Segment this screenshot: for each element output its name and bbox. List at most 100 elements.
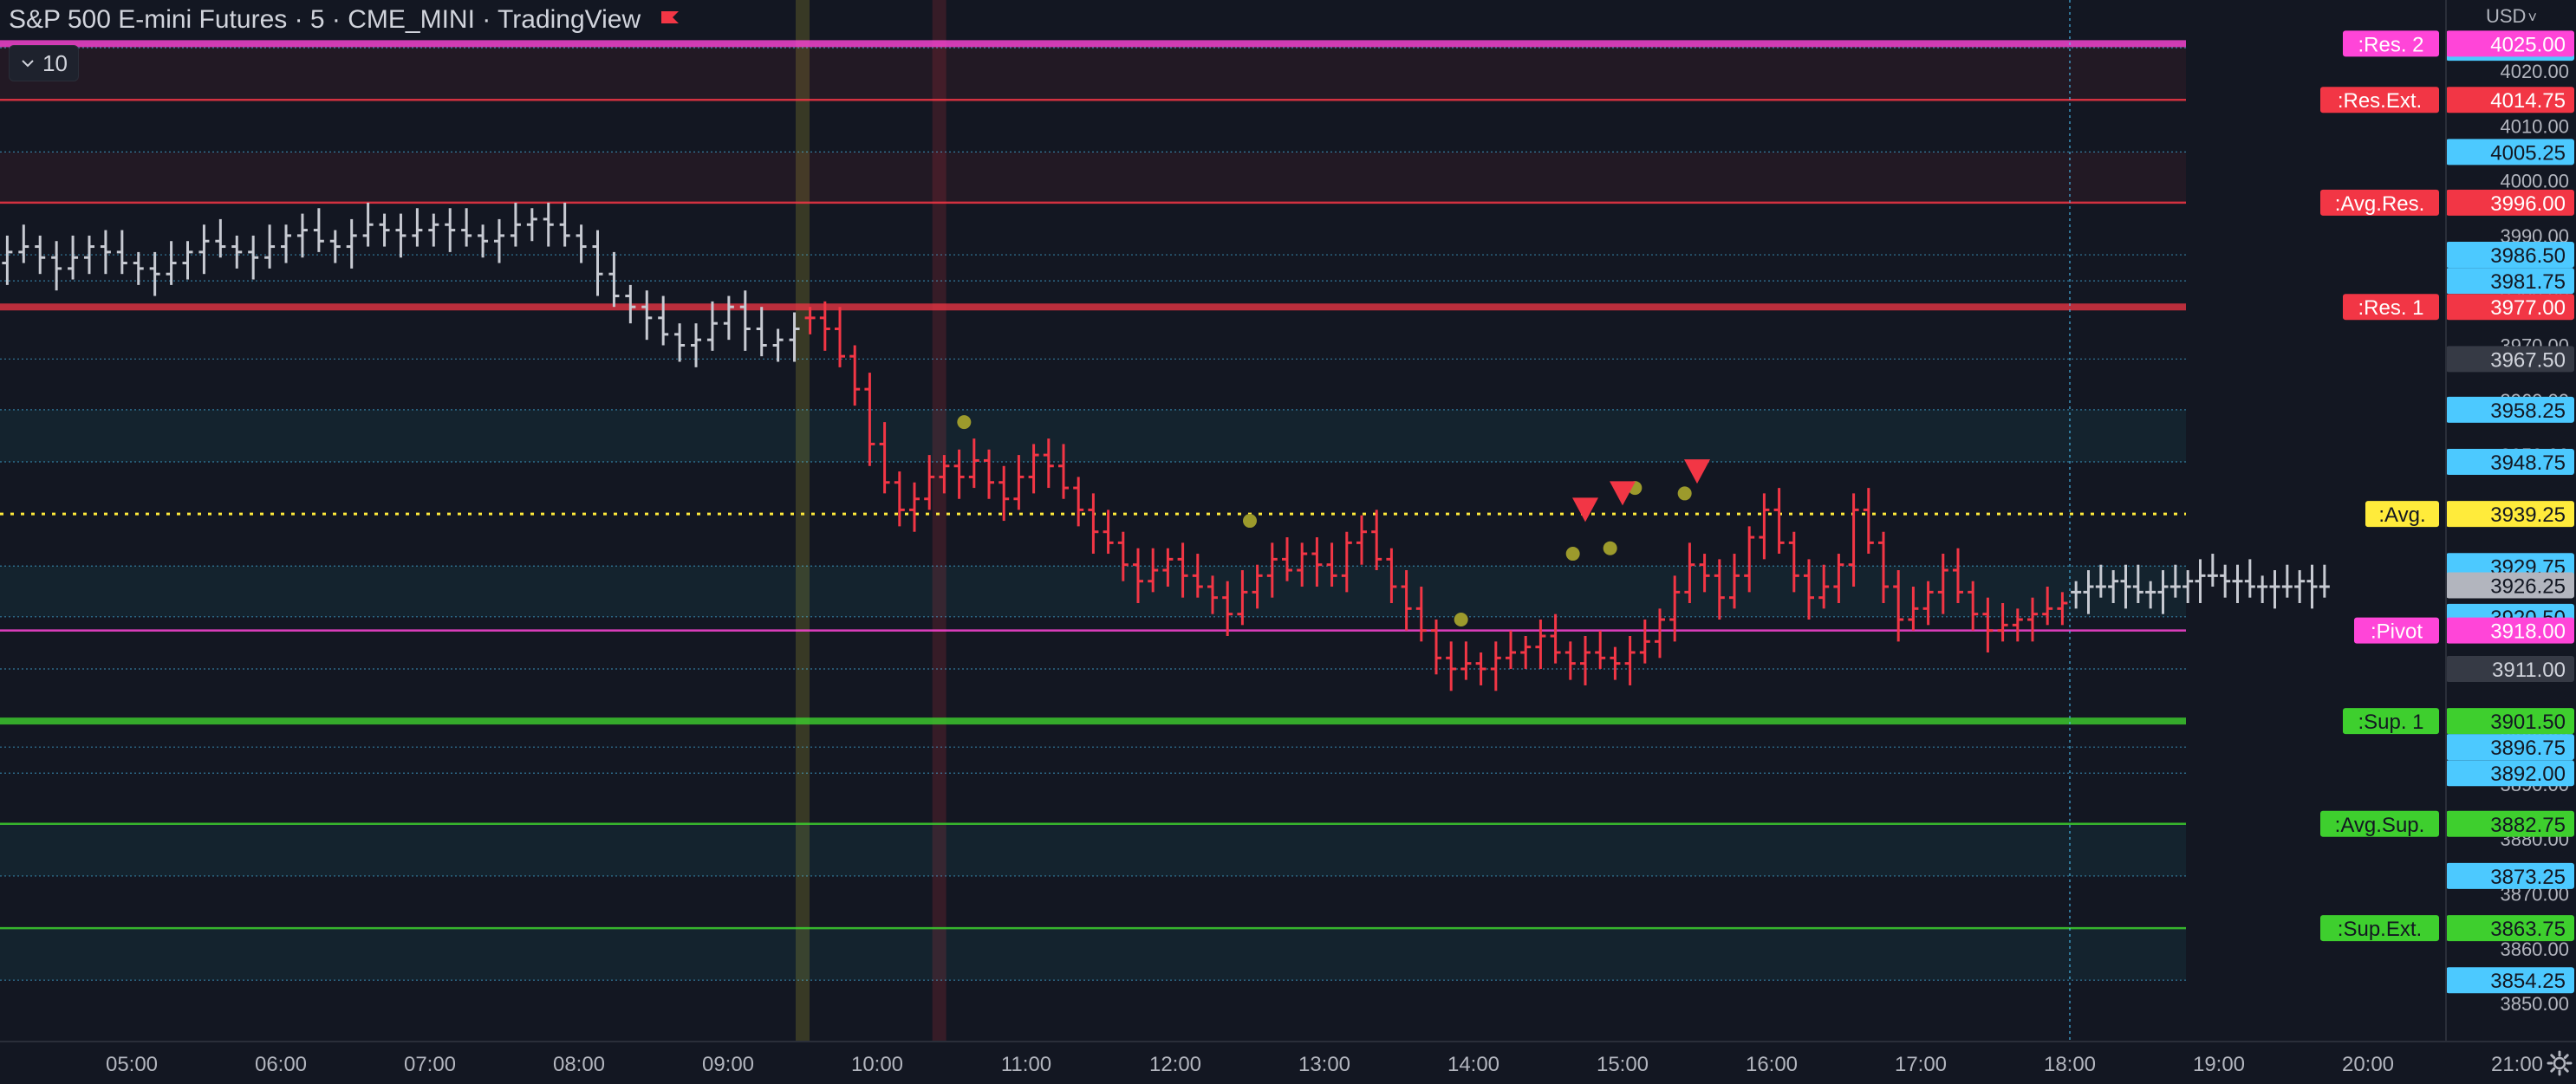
price-tag: 3948.75: [2446, 449, 2574, 476]
signal-dot: [957, 415, 972, 430]
x-axis-tick-label: 10:00: [851, 1053, 903, 1076]
level-zone: [0, 928, 2186, 981]
x-axis-tick-label: 06:00: [255, 1053, 307, 1076]
price-tag: 4005.25: [2446, 139, 2574, 166]
symbol-title: S&P 500 E-mini Futures · 5 · CME_MINI · …: [9, 5, 641, 34]
y-axis-tick-label: 4010.00: [2500, 115, 2569, 137]
signal-dot: [1454, 613, 1468, 626]
signal-dot: [1603, 541, 1617, 555]
price-tag: 3977.00: [2446, 294, 2574, 321]
level-label-text: :Sup. 1: [2358, 711, 2423, 734]
x-axis-tick-label: 15:00: [1597, 1053, 1649, 1076]
price-tag: 3967.50: [2446, 346, 2574, 373]
price-tag: 3882.75: [2446, 810, 2574, 837]
x-axis-tick-label: 05:00: [106, 1053, 158, 1076]
x-axis-tick-label: 08:00: [553, 1053, 605, 1076]
price-tag-value: 3892.00: [2490, 763, 2566, 786]
price-tag-value: 3854.25: [2490, 970, 2566, 993]
price-tag: 3863.75: [2446, 915, 2574, 942]
level-label-text: :Avg.Res.: [2335, 192, 2425, 216]
y-axis-tick-label: 4000.00: [2500, 171, 2569, 192]
signal-dot: [1243, 514, 1257, 529]
price-tag-value: 3958.25: [2490, 399, 2566, 423]
level-label-text: :Avg.: [2378, 503, 2425, 527]
price-tag: 3911.00: [2446, 655, 2574, 682]
chevron-down-icon: [22, 60, 34, 68]
level-label-text: :Sup.Ext.: [2338, 918, 2422, 941]
x-axis-tick-label: 19:00: [2193, 1053, 2245, 1076]
price-tag-value: 3981.75: [2490, 270, 2566, 294]
price-tag-value: 3967.50: [2490, 348, 2566, 372]
session-band: [796, 0, 810, 1042]
currency-chevron: ˅: [2527, 9, 2537, 26]
level-label: :Avg.: [2365, 501, 2439, 528]
price-tag: 3854.25: [2446, 967, 2574, 994]
price-tag: 3939.25: [2446, 501, 2574, 528]
price-tag-value: 3939.25: [2490, 503, 2566, 527]
x-axis-tick-label: 09:00: [702, 1053, 754, 1076]
x-axis-tick-label: 17:00: [1895, 1053, 1947, 1076]
y-axis-tick-label: 3860.00: [2500, 938, 2569, 960]
level-label: :Res. 1: [2343, 294, 2439, 321]
currency-label: USD: [2486, 5, 2527, 27]
session-band: [932, 0, 946, 1042]
price-tag: 3958.25: [2446, 396, 2574, 423]
level-zone: [0, 566, 2186, 617]
interval-toggle-button[interactable]: 10: [9, 45, 79, 81]
price-tag-value: 4005.25: [2490, 141, 2566, 165]
gear-icon[interactable]: [2547, 1050, 2573, 1076]
signal-dot: [1677, 486, 1692, 501]
price-tag-value: 3882.75: [2490, 814, 2566, 837]
price-tag-value: 3986.50: [2490, 244, 2566, 268]
level-label: :Res. 2: [2343, 30, 2439, 57]
price-tag: 3981.75: [2446, 268, 2574, 295]
price-chart[interactable]: 4020.004010.004000.003990.003980.003970.…: [0, 0, 2576, 1084]
level-label: :Avg.Res.: [2320, 189, 2439, 216]
chart-title: S&P 500 E-mini Futures · 5 · CME_MINI · …: [9, 5, 680, 35]
x-axis-tick-label: 11:00: [1001, 1053, 1051, 1076]
currency-selector[interactable]: USD ˅: [2486, 5, 2537, 28]
level-label: :Avg.Sup.: [2320, 810, 2439, 837]
level-zone: [0, 43, 2186, 101]
x-axis-tick-label: 20:00: [2342, 1053, 2394, 1076]
x-axis-tick-label: 18:00: [2044, 1053, 2096, 1076]
price-tag-value: 3896.75: [2490, 737, 2566, 760]
price-tag-value: 3863.75: [2490, 918, 2566, 941]
price-tag: 4025.00: [2446, 30, 2574, 57]
y-axis-tick-label: 4020.00: [2500, 61, 2569, 82]
level-label: :Pivot: [2354, 617, 2439, 644]
price-tag-value: 3977.00: [2490, 296, 2566, 320]
flag-icon[interactable]: [660, 10, 680, 30]
level-zone: [0, 409, 2186, 463]
level-zone: [0, 823, 2186, 876]
level-label: :Res.Ext.: [2320, 87, 2439, 114]
x-axis-tick-label: 12:00: [1149, 1053, 1201, 1076]
signal-dot: [1565, 547, 1580, 561]
price-tag-value: 3911.00: [2492, 659, 2566, 682]
interval-value: 10: [42, 49, 68, 76]
x-axis-tick-label: 16:00: [1746, 1053, 1798, 1076]
level-label-text: :Res. 2: [2358, 33, 2423, 56]
level-label-text: :Res. 1: [2358, 296, 2423, 320]
price-tag-value: 3996.00: [2490, 192, 2566, 216]
price-tag: 3918.00: [2446, 617, 2574, 644]
price-tag-value: 3948.75: [2490, 451, 2566, 475]
price-tag-value: 3901.50: [2490, 711, 2566, 734]
level-label-text: :Pivot: [2371, 620, 2423, 644]
price-tag-value: 3926.25: [2490, 574, 2566, 598]
x-axis-tick-label: 21:00: [2491, 1053, 2543, 1076]
price-tag: 3986.50: [2446, 242, 2574, 269]
x-axis-tick-label: 07:00: [404, 1053, 456, 1076]
price-tag: 3901.50: [2446, 708, 2574, 735]
level-zone: [0, 152, 2186, 203]
level-label-text: :Res.Ext.: [2338, 89, 2422, 113]
price-tag: 3996.00: [2446, 189, 2574, 216]
level-label: :Sup. 1: [2343, 708, 2439, 735]
price-tag-value: 4014.75: [2490, 89, 2566, 113]
price-tag-value: 3873.25: [2490, 866, 2566, 889]
price-tag: 3873.25: [2446, 862, 2574, 889]
price-tag: 3892.00: [2446, 760, 2574, 787]
price-tag: 3926.25: [2446, 572, 2574, 599]
level-label: :Sup.Ext.: [2320, 915, 2439, 942]
y-axis-tick-label: 3850.00: [2500, 993, 2569, 1015]
